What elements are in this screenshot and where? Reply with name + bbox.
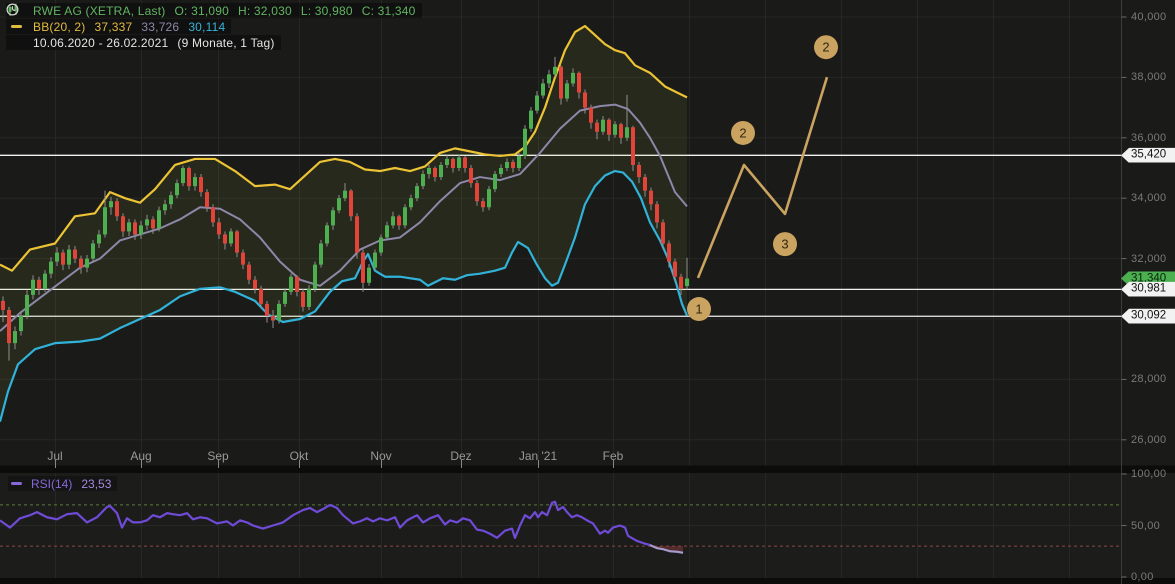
bottom-separator bbox=[0, 578, 1175, 584]
price-tick-26,000: 26,000 bbox=[1131, 434, 1166, 446]
level-badge-35,420: 35,420 bbox=[1121, 148, 1175, 163]
high-value: H: 32,030 bbox=[238, 4, 292, 18]
svg-text:3: 3 bbox=[781, 237, 788, 252]
rsi-legend-row[interactable]: RSI(14) 23,53 bbox=[8, 476, 117, 491]
date-range-duration: (9 Monate, 1 Tag) bbox=[177, 36, 274, 50]
month-label-Nov: Nov bbox=[370, 449, 391, 463]
price-tick-32,000: 32,000 bbox=[1131, 253, 1166, 265]
level-badge-30,092: 30,092 bbox=[1121, 309, 1175, 324]
rsi-tick-50,00: 50,00 bbox=[1131, 520, 1160, 532]
month-label-Aug: Aug bbox=[130, 449, 151, 463]
date-range-value: 10.06.2020 - 26.02.2021 bbox=[33, 36, 168, 50]
month-label-Jul: Jul bbox=[47, 449, 62, 463]
bollinger-upper-value: 37,337 bbox=[95, 20, 133, 34]
symbol-legend-row[interactable]: RWE AG (XETRA, Last) O: 31,090 H: 32,030… bbox=[6, 3, 422, 18]
price-chart-canvas[interactable]: 1 2 3 2 bbox=[0, 0, 1175, 584]
rsi-name: RSI(14) bbox=[31, 477, 72, 491]
clock-icon bbox=[8, 36, 24, 50]
level-badge-30,981: 30,981 bbox=[1121, 282, 1175, 297]
price-tick-36,000: 36,000 bbox=[1131, 132, 1166, 144]
bollinger-indicator-icon bbox=[8, 20, 24, 34]
month-label-Feb: Feb bbox=[603, 449, 624, 463]
wave-marker-3-2[interactable]: 3 bbox=[773, 232, 797, 256]
bollinger-legend-row[interactable]: BB(20, 2) 37,337 33,726 30,114 bbox=[6, 19, 231, 34]
rsi-value: 23,53 bbox=[81, 477, 111, 491]
open-value: O: 31,090 bbox=[174, 4, 229, 18]
svg-text:1: 1 bbox=[695, 302, 702, 317]
low-value: L: 30,980 bbox=[301, 4, 353, 18]
bollinger-lower-value: 30,114 bbox=[188, 20, 225, 34]
panel-separator bbox=[0, 466, 1175, 474]
month-label-Sep: Sep bbox=[207, 449, 228, 463]
chart-window: 1 2 3 2 RWE AG (XETRA, Last) O: 31,090 H: 3… bbox=[0, 0, 1175, 584]
svg-text:2: 2 bbox=[739, 125, 746, 140]
rsi-tick-0,00: 0,00 bbox=[1131, 571, 1154, 583]
symbol-name: RWE AG (XETRA, Last) bbox=[33, 4, 165, 18]
price-tick-34,000: 34,000 bbox=[1131, 192, 1166, 204]
price-tick-40,000: 40,000 bbox=[1131, 11, 1166, 23]
month-label-Okt: Okt bbox=[290, 449, 309, 463]
chart-legend: RWE AG (XETRA, Last) O: 31,090 H: 32,030… bbox=[6, 3, 422, 51]
bollinger-middle-value: 33,726 bbox=[141, 20, 179, 34]
svg-text:2: 2 bbox=[822, 40, 829, 55]
wave-marker-2-3[interactable]: 2 bbox=[814, 35, 838, 59]
month-label-Jan '21: Jan '21 bbox=[519, 449, 557, 463]
price-tick-28,000: 28,000 bbox=[1131, 373, 1166, 385]
close-value: C: 31,340 bbox=[362, 4, 416, 18]
month-label-Dez: Dez bbox=[450, 449, 471, 463]
bollinger-name: BB(20, 2) bbox=[33, 20, 86, 34]
wave-marker-2-1[interactable]: 2 bbox=[731, 121, 755, 145]
price-tick-38,000: 38,000 bbox=[1131, 71, 1166, 83]
rsi-tick-100,00: 100,00 bbox=[1131, 468, 1166, 480]
wave-marker-1-0[interactable]: 1 bbox=[687, 297, 711, 321]
rsi-indicator-icon bbox=[10, 477, 23, 491]
date-range-row[interactable]: 10.06.2020 - 26.02.2021 (9 Monate, 1 Tag… bbox=[6, 35, 281, 50]
